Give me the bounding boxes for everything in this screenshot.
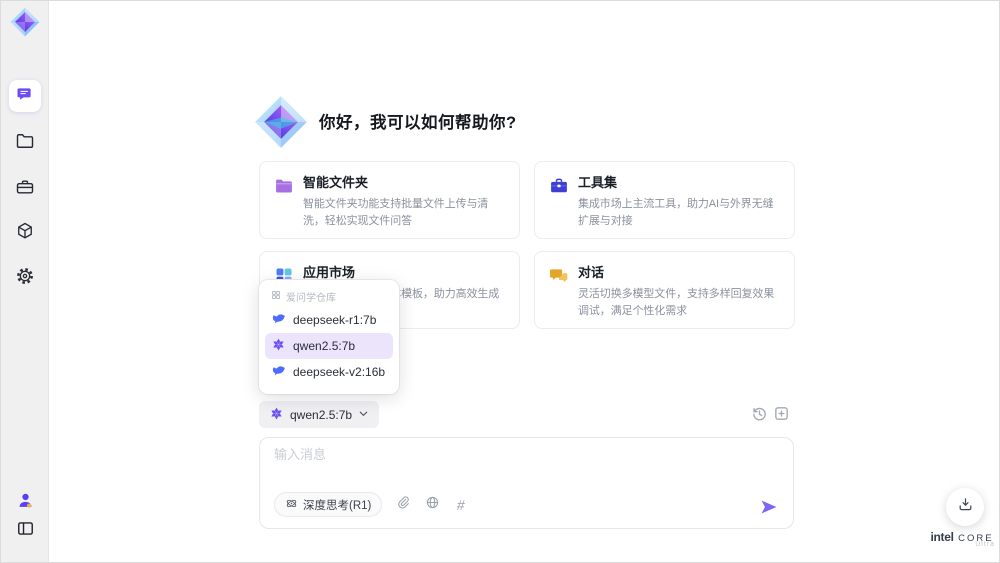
model-dropdown-header-label: 爱问学仓库 [286, 293, 336, 304]
gear-icon [15, 266, 35, 291]
chevron-down-icon [358, 408, 369, 422]
composer-controls: 深度思考(R1) # [274, 492, 469, 517]
greeting-logo-icon [254, 95, 308, 149]
send-button[interactable] [759, 497, 779, 517]
card-description: 灵活切换多模型文件，支持多样回复效果调试，满足个性化需求 [578, 288, 775, 318]
sidebar-item-chat[interactable] [9, 80, 41, 112]
history-icon [751, 407, 768, 426]
send-icon [759, 500, 779, 521]
card-smart-folder[interactable]: 智能文件夹 智能文件夹功能支持批量文件上传与清洗，轻松实现文件问答 [259, 161, 520, 239]
model-option-label: qwen2.5:7b [293, 339, 356, 353]
model-option-label: deepseek-r1:7b [293, 313, 377, 327]
message-input[interactable] [274, 447, 754, 462]
deepseek-whale-icon [271, 311, 286, 329]
paperclip-icon [396, 495, 410, 514]
attach-button[interactable] [395, 495, 411, 514]
panel-toggle-icon [16, 519, 35, 543]
model-option-qwen[interactable]: qwen2.5:7b [265, 333, 393, 359]
greeting-text: 你好，我可以如何帮助你? [319, 114, 517, 132]
app-logo-icon [10, 7, 40, 37]
qwen-icon [269, 406, 284, 424]
card-title: 对话 [578, 265, 605, 280]
topic-button[interactable]: # [453, 497, 469, 513]
model-dropdown-header: 爱问学仓库 [259, 287, 399, 307]
cube-icon [15, 221, 35, 246]
smart-folder-icon [274, 176, 294, 196]
qwen-icon [271, 337, 286, 355]
model-option-label: deepseek-v2:16b [293, 365, 386, 379]
new-window-icon [773, 407, 790, 426]
model-selector-button[interactable]: qwen2.5:7b [259, 401, 380, 428]
model-option-deepseek-r1[interactable]: deepseek-r1:7b [259, 307, 399, 333]
globe-icon [425, 495, 440, 515]
card-title: 应用市场 [303, 265, 356, 280]
sidebar-item-panel-toggle[interactable] [9, 515, 41, 547]
card-description: 集成市场上主流工具，助力AI与外界无缝扩展与对接 [578, 198, 774, 228]
model-selector-label: qwen2.5:7b [290, 407, 353, 422]
user-icon [16, 491, 35, 515]
folder-icon [15, 131, 35, 156]
card-toolset[interactable]: 工具集 集成市场上主流工具，助力AI与外界无缝扩展与对接 [534, 161, 795, 239]
download-icon [957, 496, 974, 518]
sidebar-item-models[interactable] [9, 217, 41, 249]
message-composer: 深度思考(R1) # [259, 437, 794, 529]
card-text: 对话 灵活切换多模型文件，支持多样回复效果调试，满足个性化需求 [578, 265, 782, 317]
toolset-icon [549, 176, 569, 196]
sidebar-item-toolbox[interactable] [9, 173, 41, 205]
ultra-label: Ultra [975, 541, 995, 548]
model-dropdown: 爱问学仓库 deepseek-r1:7b qwen2.5:7b deepseek… [259, 280, 399, 394]
card-text: 工具集 集成市场上主流工具，助力AI与外界无缝扩展与对接 [578, 175, 782, 227]
deep-think-toggle[interactable]: 深度思考(R1) [274, 492, 383, 517]
repo-grid-icon [271, 290, 281, 303]
briefcase-icon [15, 177, 35, 202]
model-option-deepseek-v2[interactable]: deepseek-v2:16b [259, 359, 399, 385]
history-button[interactable] [751, 405, 768, 422]
deepseek-whale-icon [271, 363, 286, 381]
sidebar-item-folders[interactable] [9, 127, 41, 159]
deep-think-label: 深度思考(R1) [303, 499, 372, 512]
card-text: 智能文件夹 智能文件夹功能支持批量文件上传与清洗，轻松实现文件问答 [303, 175, 507, 227]
app-window: 你好，我可以如何帮助你? 智能文件夹 智能文件夹功能支持批量文件上传与清洗，轻松… [0, 0, 1000, 563]
chat-bubble-icon [16, 85, 34, 108]
atom-icon [285, 497, 298, 513]
new-chat-button[interactable] [773, 405, 790, 422]
globe-button[interactable] [424, 495, 440, 515]
dialog-icon [549, 266, 569, 286]
card-title: 智能文件夹 [303, 175, 369, 190]
card-title: 工具集 [578, 175, 618, 190]
card-description: 智能文件夹功能支持批量文件上传与清洗，轻松实现文件问答 [303, 198, 489, 228]
sidebar [1, 1, 49, 562]
download-fab-button[interactable] [946, 488, 984, 526]
hash-icon: # [456, 496, 467, 513]
card-dialog[interactable]: 对话 灵活切换多模型文件，支持多样回复效果调试，满足个性化需求 [534, 251, 795, 329]
sidebar-item-settings[interactable] [9, 262, 41, 294]
